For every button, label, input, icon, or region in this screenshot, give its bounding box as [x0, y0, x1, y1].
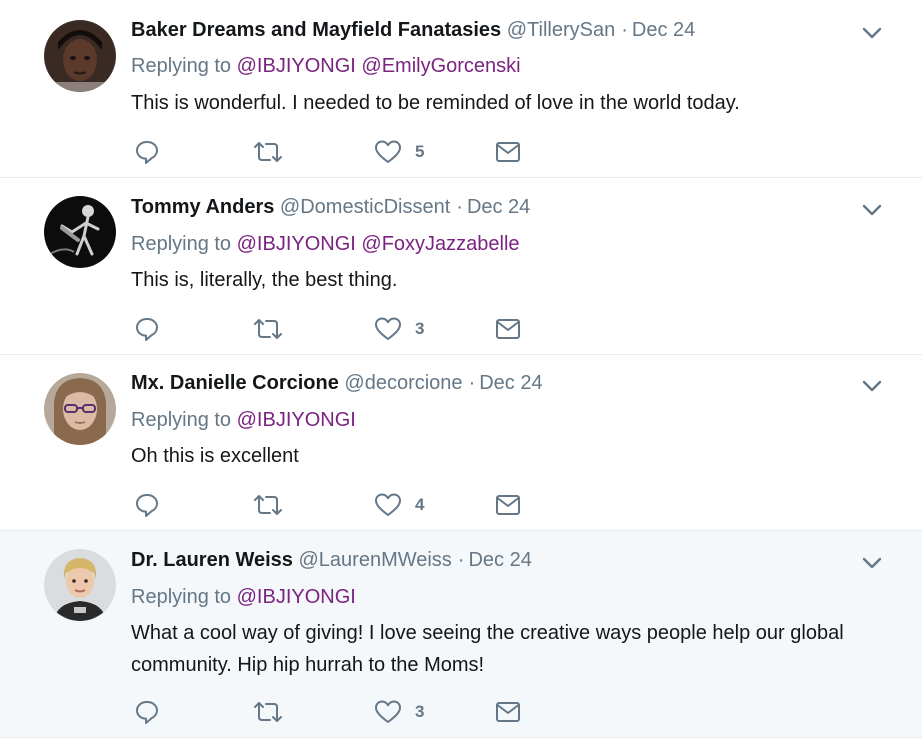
mention-link[interactable]: @IBJIYONGI: [237, 409, 356, 431]
like-count: 3: [415, 702, 425, 721]
mention-link[interactable]: @FoxyJazzabelle: [361, 233, 519, 255]
separator-dot: ·: [456, 196, 463, 218]
heart-icon: [375, 140, 401, 163]
heart-icon: [375, 493, 401, 516]
mention-link[interactable]: @IBJIYONGI: [237, 55, 356, 77]
user-handle[interactable]: @LaurenMWeiss: [298, 549, 451, 571]
display-name[interactable]: Dr. Lauren Weiss: [131, 549, 293, 571]
direct-message-button[interactable]: [495, 697, 521, 727]
direct-message-button[interactable]: [495, 137, 521, 167]
heart-icon: [375, 317, 401, 340]
tweet-actions: 4: [134, 490, 534, 520]
like-button[interactable]: 5: [374, 137, 424, 167]
replying-to: Replying to @IBJIYONGI @FoxyJazzabelle: [131, 229, 520, 259]
tweet-actions: 3: [134, 314, 534, 344]
envelope-icon: [496, 495, 520, 515]
tweet[interactable]: Baker Dreams and Mayfield Fanatasies @Ti…: [0, 0, 922, 178]
skeleton-guitarist-avatar[interactable]: [44, 196, 116, 268]
reply-icon: [136, 494, 158, 517]
user-handle[interactable]: @DomesticDissent: [280, 196, 450, 218]
mention-link[interactable]: @IBJIYONGI: [237, 233, 356, 255]
glasses-portrait-avatar[interactable]: [44, 373, 116, 445]
replying-to: Replying to @IBJIYONGI: [131, 582, 356, 612]
reply-button[interactable]: [134, 137, 160, 167]
retweet-icon: [254, 142, 282, 162]
replying-to-label: Replying to: [131, 55, 232, 77]
heart-icon: [375, 700, 401, 723]
tweet[interactable]: Mx. Danielle Corcione @decorcione · Dec 24…: [0, 355, 922, 531]
separator-dot: ·: [457, 549, 465, 571]
like-button[interactable]: 4: [374, 490, 424, 520]
timestamp[interactable]: Dec 24: [467, 196, 530, 218]
tweet-header: Baker Dreams and Mayfield Fanatasies @Ti…: [131, 15, 695, 45]
tweet[interactable]: Dr. Lauren Weiss @LaurenMWeiss · Dec 24 Re…: [0, 531, 922, 738]
replying-to: Replying to @IBJIYONGI @EmilyGorcenski: [131, 51, 521, 81]
tweet-actions: 5: [134, 137, 534, 167]
tweet-text: This is, literally, the best thing.: [131, 269, 398, 291]
display-name[interactable]: Baker Dreams and Mayfield Fanatasies: [131, 19, 501, 41]
chevron-down-icon[interactable]: [858, 375, 886, 397]
retweet-button[interactable]: [253, 137, 283, 167]
separator-dot: ·: [621, 19, 628, 41]
tweet-header: Tommy Anders @DomesticDissent · Dec 24: [131, 192, 530, 222]
tweet-actions: 3: [134, 697, 534, 727]
timestamp[interactable]: Dec 24: [479, 372, 542, 394]
like-count: 4: [415, 495, 425, 514]
tweet-text: This is wonderful. I needed to be remind…: [131, 92, 740, 114]
reply-icon: [136, 701, 158, 724]
direct-message-button[interactable]: [495, 314, 521, 344]
retweet-icon: [254, 319, 282, 339]
replying-to-label: Replying to: [131, 586, 232, 608]
replying-to-label: Replying to: [131, 233, 232, 255]
reply-button[interactable]: [134, 697, 160, 727]
chevron-down-icon[interactable]: [858, 22, 886, 44]
envelope-icon: [496, 142, 520, 162]
mention-link[interactable]: @EmilyGorcenski: [361, 55, 520, 77]
tweet-header: Dr. Lauren Weiss @LaurenMWeiss · Dec 24: [131, 545, 532, 575]
envelope-icon: [496, 702, 520, 722]
retweet-button[interactable]: [253, 314, 283, 344]
replying-to: Replying to @IBJIYONGI: [131, 405, 356, 435]
reply-icon: [136, 318, 158, 341]
blonde-portrait-avatar[interactable]: [44, 549, 116, 621]
display-name[interactable]: Mx. Danielle Corcione: [131, 372, 339, 394]
tweet-header: Mx. Danielle Corcione @decorcione · Dec 24: [131, 368, 543, 398]
user-handle[interactable]: @decorcione: [344, 372, 462, 394]
like-button[interactable]: 3: [374, 697, 424, 727]
like-count: 5: [415, 142, 425, 161]
replying-to-label: Replying to: [131, 409, 232, 431]
user-handle[interactable]: @TillerySan: [507, 19, 615, 41]
mention-link[interactable]: @IBJIYONGI: [237, 586, 356, 608]
timestamp[interactable]: Dec 24: [632, 19, 695, 41]
retweet-button[interactable]: [253, 697, 283, 727]
chevron-down-icon[interactable]: [858, 552, 886, 574]
display-name[interactable]: Tommy Anders: [131, 196, 274, 218]
reply-icon: [136, 141, 158, 164]
separator-dot: ·: [468, 372, 476, 394]
retweet-icon: [254, 495, 282, 515]
tweet[interactable]: Tommy Anders @DomesticDissent · Dec 24 Rep…: [0, 178, 922, 355]
envelope-icon: [496, 319, 520, 339]
dark-portrait-avatar[interactable]: [44, 20, 116, 92]
reply-button[interactable]: [134, 314, 160, 344]
like-count: 3: [415, 319, 425, 338]
reply-thread: Baker Dreams and Mayfield Fanatasies @Ti…: [0, 0, 922, 738]
timestamp[interactable]: Dec 24: [468, 549, 531, 571]
chevron-down-icon[interactable]: [858, 199, 886, 221]
retweet-icon: [254, 702, 282, 722]
tweet-text: What a cool way of giving! I love seeing…: [131, 622, 844, 676]
reply-button[interactable]: [134, 490, 160, 520]
like-button[interactable]: 3: [374, 314, 424, 344]
direct-message-button[interactable]: [495, 490, 521, 520]
retweet-button[interactable]: [253, 490, 283, 520]
tweet-text: Oh this is excellent: [131, 445, 299, 467]
